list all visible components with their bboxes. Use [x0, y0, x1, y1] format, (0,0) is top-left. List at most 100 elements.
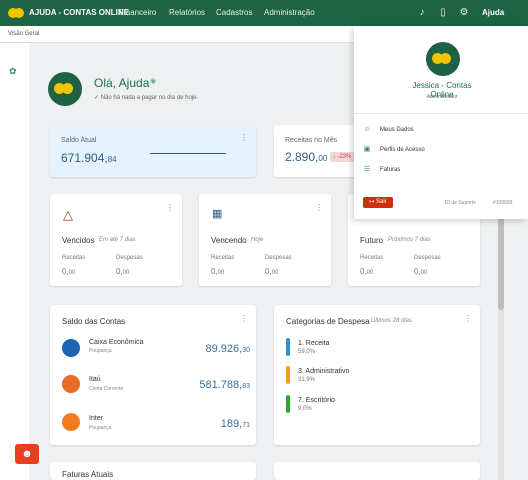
logout-icon: ↦	[369, 199, 377, 205]
chat-widget-icon[interactable]: ☻	[15, 444, 39, 464]
saldo-contas-menu-icon[interactable]: ⋮	[240, 314, 248, 323]
list-icon: ☰	[363, 166, 371, 173]
categorias-card[interactable]: Categorias de Despesa Últimos 28 dias ⋮ …	[274, 305, 480, 445]
account-value-itau: 581.788,83	[180, 379, 250, 391]
logout-button[interactable]: ↦ Sair	[363, 197, 393, 208]
vencendo-despesas-main: 0,	[265, 267, 272, 276]
nav-cadastros[interactable]: Cadastros	[216, 8, 252, 17]
brand-title[interactable]: AJUDA - CONTAS ONLINE	[29, 8, 129, 17]
avatar	[48, 72, 82, 106]
categorias-subtitle: Últimos 28 dias	[371, 318, 413, 324]
receitas-mes-label: Receitas no Mês	[285, 137, 338, 144]
category-bar-escritorio	[286, 395, 290, 413]
vencidos-receitas-value: 0,00	[62, 267, 75, 276]
calendar-icon: ▦	[212, 208, 223, 220]
vencidos-receitas-cents: 00	[68, 270, 76, 276]
saldo-menu-icon[interactable]: ⋮	[240, 133, 248, 142]
vencendo-receitas-cents: 00	[217, 270, 225, 276]
receitas-mes-main: 2.890,	[285, 150, 319, 164]
categorias-menu-icon[interactable]: ⋮	[464, 314, 472, 323]
saldo-label: Saldo Atual	[61, 137, 97, 144]
futuro-despesas-value: 0,00	[414, 267, 427, 276]
vencendo-subtitle: Hoje	[251, 237, 264, 243]
greeting-title: Olá, Ajuda	[94, 76, 150, 90]
receitas-mes-value: 2.890,00	[285, 150, 327, 164]
vencidos-menu-icon[interactable]: ⋮	[166, 203, 174, 212]
user-menu-button[interactable]: Ajuda	[482, 8, 504, 17]
account-name-inter: Inter	[89, 415, 104, 422]
document-icon[interactable]: ▯	[437, 7, 449, 19]
greeting-subtitle: ✓ Não há nada a pagar no dia de hoje.	[94, 95, 199, 101]
categorias-title: Categorias de Despesa	[286, 317, 370, 326]
account-type-caixa: Poupança	[89, 348, 112, 354]
vencendo-title: Vencendo	[211, 236, 247, 245]
bell-icon[interactable]: ♪	[416, 7, 428, 19]
warning-icon: △	[63, 207, 73, 222]
account-value-inter-cents: 71	[242, 422, 250, 429]
user-avatar	[426, 42, 460, 76]
menu-perfis-acesso[interactable]: Perfis de Acesso	[380, 147, 425, 153]
receitas-mes-card[interactable]: Receitas no Mês 2.890,00 ↓ -23%	[274, 125, 356, 177]
itau-icon	[62, 375, 80, 393]
saldo-sparkline	[150, 153, 226, 154]
inter-icon	[62, 413, 80, 431]
vencendo-receitas-main: 0,	[211, 267, 218, 276]
vencendo-card[interactable]: ▦ ⋮ Vencendo Hoje Receitas Despesas 0,00…	[199, 194, 331, 286]
support-label: ID de Suporte	[445, 200, 476, 206]
faturas-card[interactable]: Faturas Atuais	[50, 462, 256, 480]
futuro-receitas-label: Receitas	[360, 255, 384, 261]
futuro-despesas-label: Despesas	[414, 255, 441, 261]
nav-relatorios[interactable]: Relatórios	[169, 8, 205, 17]
avatar-logo-right	[62, 83, 73, 94]
category-name-escritorio: 7. Escritório	[298, 397, 335, 404]
caixa-icon	[62, 339, 80, 357]
vencidos-receitas-label: Receitas	[62, 255, 86, 261]
vencendo-receitas-value: 0,00	[211, 267, 224, 276]
greeting-subtitle-text: Não há nada a pagar no dia de hoje.	[100, 95, 199, 101]
vencidos-card[interactable]: △ ⋮ Vencidos Em até 7 dias Receitas Desp…	[50, 194, 182, 286]
dashboard-icon[interactable]: ✿	[9, 66, 19, 76]
saldo-contas-title: Saldo das Contas	[62, 317, 126, 326]
user-avatar-logo-right	[440, 53, 451, 64]
account-value-caixa-cents: 30	[242, 347, 250, 354]
account-name-caixa: Caixa Econômica	[89, 339, 144, 346]
category-pct-administrativo: 31,9%	[298, 377, 316, 383]
category-pct-receita: 59,0%	[298, 349, 316, 355]
nav-administracao[interactable]: Administração	[264, 8, 315, 17]
gear-icon[interactable]: ⚙	[458, 7, 470, 19]
vencidos-despesas-cents: 00	[122, 270, 130, 276]
futuro-receitas-main: 0,	[360, 267, 367, 276]
menu-faturas[interactable]: Faturas	[380, 167, 400, 173]
app-logo[interactable]	[8, 8, 24, 18]
account-type-inter: Poupança	[89, 425, 112, 431]
faturas-title: Faturas Atuais	[62, 470, 114, 479]
vencendo-despesas-label: Despesas	[265, 255, 292, 261]
futuro-despesas-cents: 00	[420, 270, 428, 276]
id-card-icon: ▣	[363, 146, 371, 153]
user-role: Administrador	[426, 94, 458, 100]
account-value-caixa-main: 89.926,	[205, 343, 243, 355]
futuro-title: Futuro	[360, 236, 384, 245]
vencidos-despesas-main: 0,	[116, 267, 123, 276]
receitas-mes-cents: 00	[318, 154, 328, 163]
left-sidebar	[0, 43, 29, 480]
category-pct-escritorio: 9,0%	[298, 406, 312, 412]
vencidos-receitas-main: 0,	[62, 267, 69, 276]
saldo-atual-card[interactable]: Saldo Atual ⋮ 671.904,84	[50, 125, 256, 177]
category-name-administrativo: 3. Administrativo	[298, 368, 350, 375]
vencidos-subtitle: Em até 7 dias	[99, 237, 136, 243]
breadcrumb[interactable]: Visão Geral	[8, 31, 39, 37]
saldo-value-cents: 84	[107, 155, 117, 164]
account-type-itau: Conta Corrente	[89, 386, 124, 392]
category-bar-administrativo	[286, 366, 290, 384]
vencendo-despesas-cents: 00	[271, 270, 279, 276]
receitas-change-badge: ↓ -23%	[330, 152, 354, 162]
vencidos-despesas-value: 0,00	[116, 267, 129, 276]
eye-icon[interactable]: ◉	[150, 77, 156, 85]
nav-financeiro[interactable]: Financeiro	[119, 8, 156, 17]
menu-meus-dados[interactable]: Meus Dados	[380, 127, 414, 133]
account-value-caixa: 89.926,30	[180, 343, 251, 355]
futuro-despesas-main: 0,	[414, 267, 421, 276]
vencendo-menu-icon[interactable]: ⋮	[315, 203, 323, 212]
saldo-contas-card[interactable]: Saldo das Contas ⋮ Caixa Econômica Poupa…	[50, 305, 256, 445]
